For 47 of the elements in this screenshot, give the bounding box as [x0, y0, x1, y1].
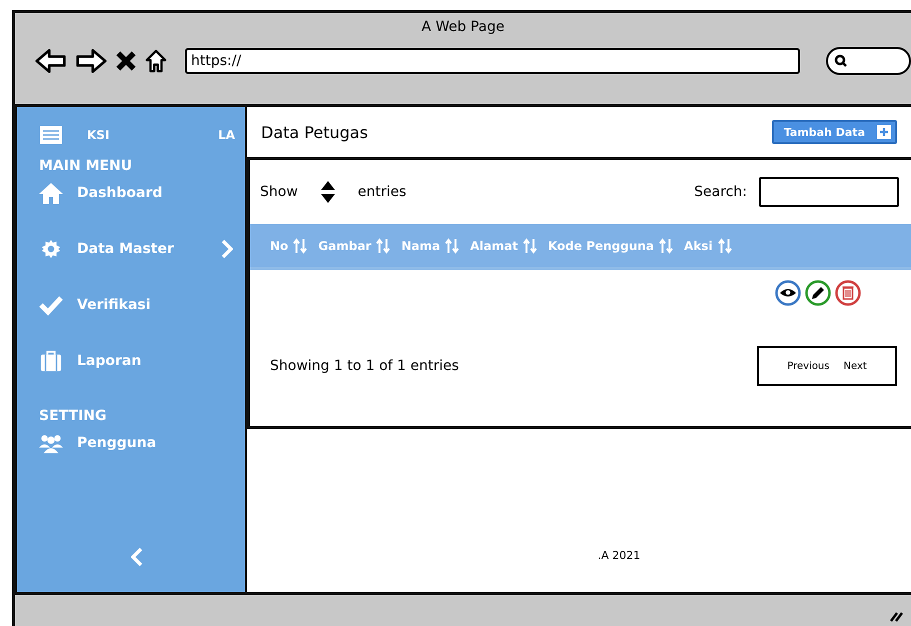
- plus-icon: [877, 125, 891, 139]
- add-data-button[interactable]: Tambah Data: [772, 120, 897, 144]
- column-header[interactable]: Aksi: [684, 238, 713, 252]
- home-icon[interactable]: [145, 49, 167, 73]
- menu-item[interactable]: Laporan: [77, 353, 142, 369]
- column-header[interactable]: Alamat: [470, 238, 518, 252]
- stepper-icon[interactable]: [320, 180, 336, 204]
- view-icon[interactable]: [775, 280, 801, 306]
- gear-icon: [39, 238, 63, 260]
- page-link[interactable]: Previous: [787, 360, 830, 372]
- close-icon[interactable]: [115, 49, 137, 73]
- forward-icon[interactable]: [75, 48, 107, 74]
- entries-info: Showing 1 to 1 of 1 entries: [270, 358, 459, 374]
- address-field[interactable]: https://: [185, 48, 800, 74]
- check-icon: [39, 294, 63, 316]
- page-title: Data Petugas: [261, 122, 368, 142]
- column-header[interactable]: Nama: [401, 238, 440, 252]
- search-label: Search:: [694, 184, 747, 200]
- show-label: Show: [260, 184, 298, 200]
- copyright-text: .A 2021: [598, 549, 640, 562]
- delete-icon[interactable]: [835, 280, 861, 306]
- home-icon: [39, 182, 63, 204]
- search-field[interactable]: [759, 177, 899, 207]
- edit-icon[interactable]: [805, 280, 831, 306]
- column-header[interactable]: No: [270, 238, 288, 252]
- back-icon[interactable]: [35, 48, 67, 74]
- menu-item[interactable]: Dashboard: [77, 185, 162, 201]
- section-heading: SETTING: [39, 407, 108, 426]
- chevron-right-icon[interactable]: [221, 239, 233, 259]
- column-header[interactable]: Gambar: [318, 238, 372, 252]
- section-heading: MAIN MENU: [39, 157, 134, 176]
- menu-item[interactable]: Pengguna: [77, 435, 156, 451]
- page-link[interactable]: Next: [843, 360, 867, 372]
- briefcase-icon: [39, 350, 63, 372]
- search-icon: [834, 54, 848, 68]
- brand-text: KSI: [87, 128, 110, 142]
- menu-item[interactable]: Verifikasi: [77, 297, 151, 313]
- column-header[interactable]: Kode Pengguna: [548, 238, 654, 252]
- menu-item[interactable]: Data Master: [77, 241, 174, 257]
- list-icon: [39, 124, 63, 146]
- entries-label: entries: [358, 184, 406, 200]
- search-field[interactable]: [826, 47, 911, 75]
- resize-grip-icon[interactable]: [889, 610, 903, 622]
- brand-text: LA: [218, 128, 235, 142]
- window-title: A Web Page: [420, 19, 506, 37]
- users-icon: [39, 432, 63, 454]
- chevron-left-icon[interactable]: [131, 546, 143, 568]
